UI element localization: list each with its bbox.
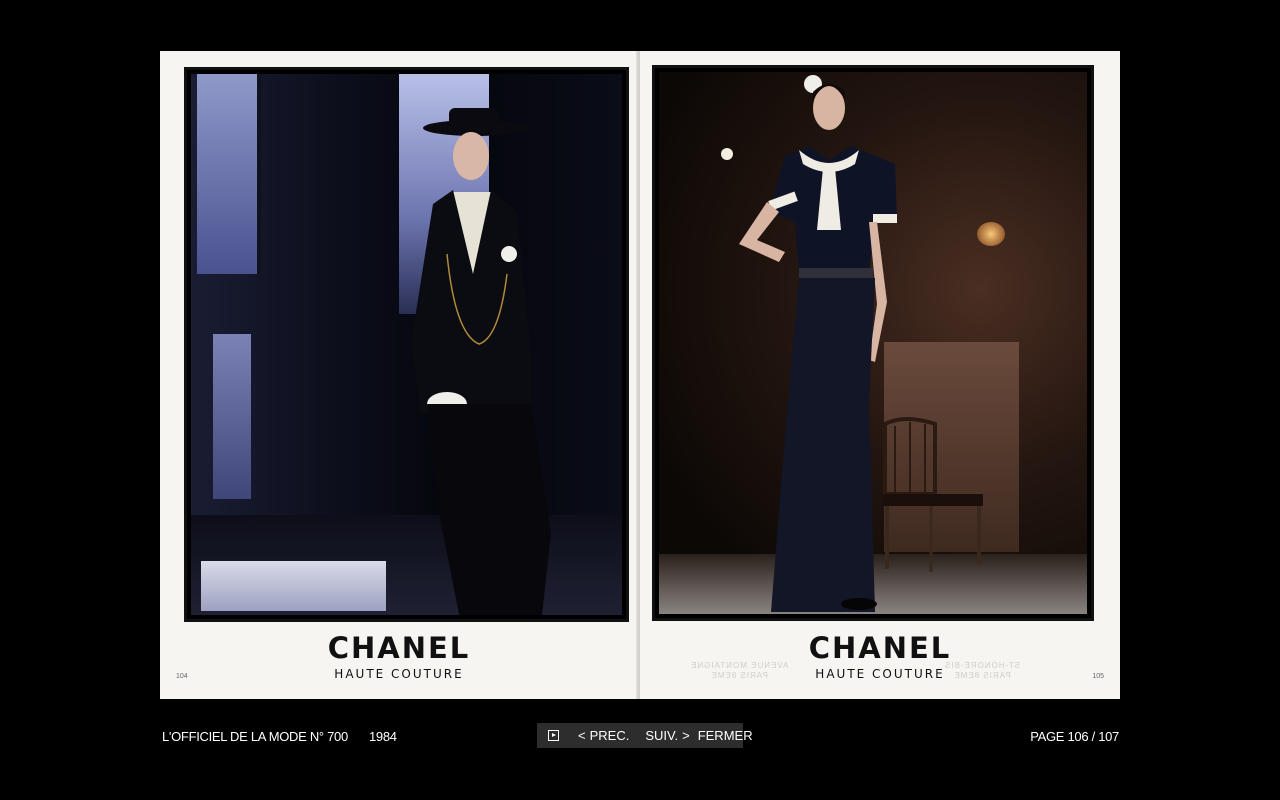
left-photo-frame (184, 67, 629, 622)
play-icon (548, 730, 559, 741)
page-indicator: PAGE 106 / 107 (1030, 729, 1119, 744)
model-figure-left (411, 108, 551, 615)
right-brand-name: CHANEL (808, 631, 952, 665)
next-label: SUIV. (645, 728, 679, 743)
magazine-spread: CHANEL HAUTE COUTURE 104 AVENUE MONTAIGN… (160, 51, 1120, 699)
left-page-number: 104 (176, 673, 188, 680)
close-button[interactable]: FERMER (698, 723, 753, 748)
left-brand-subtitle: HAUTE COUTURE (334, 667, 464, 681)
right-photo-frame (652, 65, 1094, 621)
right-page: AVENUE MONTAIGNE PARIS 8EME ST-HONORÉ-BIS… (640, 51, 1120, 699)
right-brand-subtitle: HAUTE COUTURE (815, 667, 945, 681)
right-photo (659, 72, 1087, 614)
magazine-title: L'OFFICIEL DE LA MODE N° 700 (162, 729, 348, 744)
prev-label: PREC. (589, 728, 630, 743)
model-figure-right (739, 75, 897, 612)
slideshow-button[interactable] (537, 723, 559, 748)
prev-button[interactable]: < PREC. (574, 723, 629, 748)
chevron-left-icon: < (578, 728, 586, 743)
chevron-right-icon: > (682, 728, 690, 743)
left-page: CHANEL HAUTE COUTURE 104 (160, 51, 639, 699)
left-brand-name: CHANEL (327, 631, 471, 665)
close-label: FERMER (697, 728, 753, 743)
issue-year: 1984 (369, 729, 397, 744)
left-photo (191, 74, 622, 615)
viewer-nav: < PREC. SUIV. > FERMER (537, 723, 753, 748)
next-button[interactable]: SUIV. > (645, 723, 693, 748)
right-page-number: 105 (1092, 673, 1104, 680)
